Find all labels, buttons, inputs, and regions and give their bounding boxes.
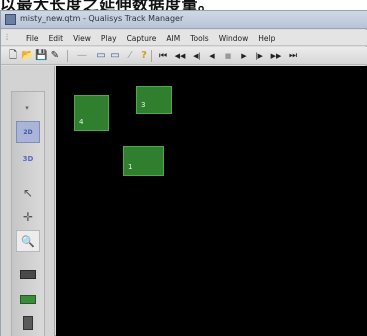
fast-forward-icon[interactable]: ▶▶ [268,50,284,62]
camera-icon[interactable]: ▭ [109,50,121,62]
main-toolbar: 🗋 📂 💾 ✎ — ▭ ▭ ⁄ ? ⏮ ◀◀ ◀| ◀ ■ ▶ |▶ ▶▶ ⏭ [1,47,367,65]
menu-window[interactable]: Window [214,30,254,46]
app-icon [5,14,16,25]
track-id-label: 1 [128,163,133,171]
tool-icon[interactable]: ✎ [49,50,61,62]
marker-view-icon [20,269,36,279]
play-reverse-icon[interactable]: ◀ [206,50,218,62]
divider-icon: — [77,50,87,61]
window-title: misty_new.qtm - Qualisys Track Manager [20,14,184,23]
toolbar-grip-icon[interactable]: ⦙ [6,33,18,43]
zoom-tool-button[interactable]: 🔍 [16,230,40,252]
view-3d-icon: 3D [22,155,34,163]
menu-file[interactable]: File [21,30,44,46]
step-back-icon[interactable]: ◀| [190,50,204,62]
2d-view-canvas[interactable]: 4 3 1 [56,66,367,336]
menu-aim[interactable]: AIM [161,30,185,46]
cursor-tool-button[interactable]: ↖ [16,182,40,204]
open-folder-icon[interactable]: 📂 [21,50,33,62]
marker-view-button[interactable] [16,263,40,285]
left-tool-panel: ▾ 2D 3D ↖ ✛ 🔍 [1,66,55,336]
collapse-panel-icon[interactable]: ▾ [18,103,36,113]
menu-view[interactable]: View [68,30,96,46]
stop-icon[interactable]: ■ [222,50,234,62]
menu-capture[interactable]: Capture [122,30,162,46]
new-file-icon[interactable]: 🗋 [7,50,19,62]
fast-rewind-icon[interactable]: ◀◀ [172,50,188,62]
settings-icon [23,316,33,330]
camera-icon[interactable]: ▭ [95,50,107,62]
wand-icon[interactable]: ⁄ [125,50,135,62]
menu-items: File Edit View Play Capture AIM Tools Wi… [21,30,280,46]
track-box[interactable]: 3 [136,86,172,114]
app-window: misty_new.qtm - Qualisys Track Manager ⦙… [0,10,367,336]
menu-tools[interactable]: Tools [185,30,213,46]
cursor-icon: ↖ [22,186,34,200]
view-2d-icon: 2D [23,128,33,136]
view-3d-button[interactable]: 3D [16,148,40,170]
go-to-start-icon[interactable]: ⏮ [156,50,170,62]
translate-tool-button[interactable]: ✛ [16,206,40,228]
video-view-icon [20,294,36,304]
caption-text: 以最大长度之延伸数据度量。 [0,0,215,10]
caption-strip: 以最大长度之延伸数据度量。 [0,0,367,10]
track-box[interactable]: 4 [74,95,109,131]
track-box[interactable]: 1 [123,146,164,176]
zoom-icon: 🔍 [21,234,35,248]
view-2d-button[interactable]: 2D [16,121,40,143]
toolbar-separator [151,50,152,62]
settings-button[interactable] [16,312,40,334]
help-icon[interactable]: ? [139,50,149,62]
step-forward-icon[interactable]: |▶ [252,50,266,62]
toolbar-separator [67,50,68,62]
title-bar: misty_new.qtm - Qualisys Track Manager [1,11,367,29]
menu-play[interactable]: Play [96,30,122,46]
video-view-button[interactable] [16,288,40,310]
menu-bar: ⦙ File Edit View Play Capture AIM Tools … [1,30,367,46]
track-id-label: 3 [141,101,146,109]
menu-edit[interactable]: Edit [44,30,69,46]
save-icon[interactable]: 💾 [35,50,47,62]
track-id-label: 4 [79,118,84,126]
menu-help[interactable]: Help [253,30,280,46]
play-icon[interactable]: ▶ [238,50,250,62]
go-to-end-icon[interactable]: ⏭ [286,50,300,62]
translate-icon: ✛ [22,210,34,224]
